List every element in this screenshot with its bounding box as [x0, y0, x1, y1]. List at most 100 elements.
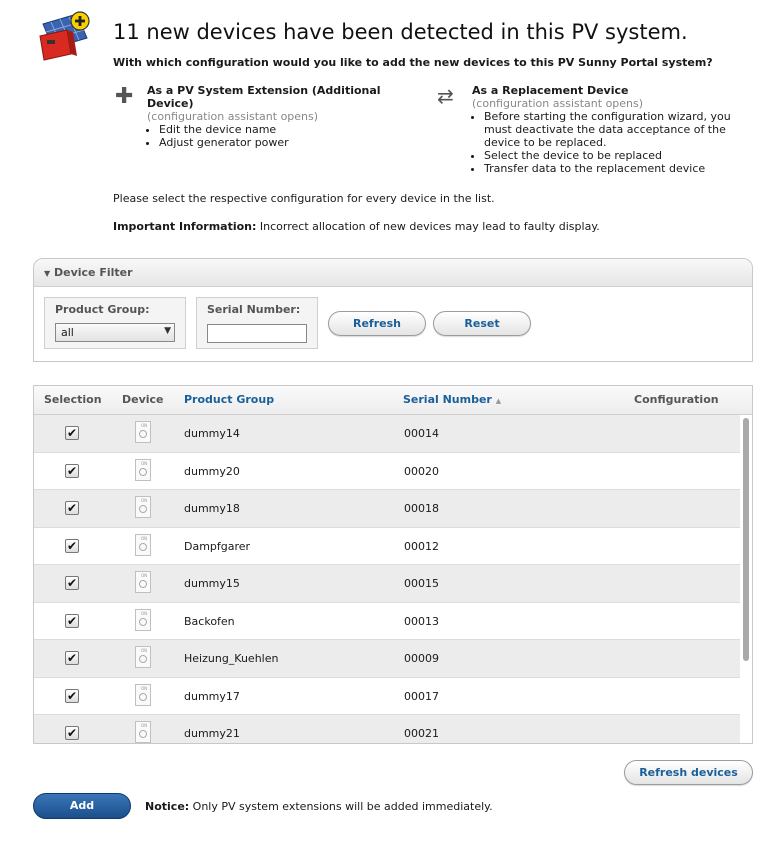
device-icon-label: ON — [141, 423, 148, 428]
extension-bullet: Adjust generator power — [159, 136, 407, 149]
column-configuration: Configuration — [634, 393, 719, 406]
notice-label: Notice: — [145, 800, 190, 813]
extension-option: As a PV System Extension (Additional Dev… — [147, 84, 407, 149]
product-group-cell: dummy21 — [184, 727, 240, 740]
serial-number-cell: 00013 — [404, 614, 439, 628]
inverter-add-icon — [39, 11, 90, 61]
device-filter-panel: ▼ Device Filter Product Group: all ▼ Ser… — [33, 258, 753, 362]
product-group-cell: Dampfgarer — [184, 539, 251, 553]
notice-text: Only PV system extensions will be added … — [189, 800, 493, 813]
select-checkbox[interactable]: ✔ — [65, 613, 79, 628]
device-icon: ON — [135, 646, 151, 668]
column-serial-number[interactable]: Serial Number ▲ — [403, 393, 501, 406]
device-filter-header[interactable]: ▼ Device Filter — [34, 259, 752, 287]
extension-title-line1: As a PV System Extension (Additional — [147, 84, 381, 97]
select-checkbox[interactable]: ✔ — [65, 538, 79, 553]
serial-number-cell: 00021 — [404, 727, 439, 740]
serial-number-cell: 00017 — [404, 689, 439, 703]
device-icon-label: ON — [141, 723, 148, 728]
select-instruction: Please select the respective configurati… — [113, 192, 495, 205]
device-icon: ON — [135, 721, 151, 743]
table-row: ✔ ON dummy15 00015 — [34, 565, 740, 603]
product-group-cell: dummy14 — [184, 427, 240, 440]
add-button[interactable]: Add — [33, 793, 131, 819]
device-icon-label: ON — [141, 460, 148, 466]
select-checkbox[interactable]: ✔ — [65, 688, 79, 703]
product-group-filter: Product Group: all ▼ — [44, 297, 186, 349]
serial-number-label: Serial Number: — [207, 303, 301, 316]
column-device: Device — [122, 393, 164, 406]
column-product-group[interactable]: Product Group — [184, 393, 274, 406]
device-icon: ON — [135, 421, 151, 443]
device-icon: ON — [135, 571, 151, 593]
replacement-bullet: Before starting the configuration wizard… — [484, 110, 752, 149]
replacement-bullets: Before starting the configuration wizard… — [472, 110, 752, 175]
product-group-cell: Heizung_Kuehlen — [184, 652, 279, 665]
table-row: ✔ ON Heizung_Kuehlen 00009 — [34, 640, 740, 678]
table-scrollbar[interactable] — [740, 415, 752, 743]
extension-subtitle: (configuration assistant opens) — [147, 110, 319, 123]
table-row: ✔ ON Backofen 00013 — [34, 603, 740, 640]
replacement-title: As a Replacement Device — [472, 84, 629, 97]
select-checkbox[interactable]: ✔ — [65, 726, 79, 740]
serial-number-cell: 00012 — [404, 539, 439, 553]
table-row: ✔ ON dummy14 00014 — [34, 415, 740, 453]
refresh-devices-button[interactable]: Refresh devices — [624, 760, 753, 785]
dropdown-arrow-icon: ▼ — [164, 326, 171, 336]
serial-number-cell: 00014 — [404, 427, 439, 440]
extension-title-line2: Device) — [147, 97, 194, 110]
column-serial-number-label: Serial Number — [403, 393, 492, 406]
serial-number-cell: 00018 — [404, 502, 439, 515]
important-label: Important Information: — [113, 220, 257, 233]
device-icon-label: ON — [141, 648, 148, 653]
table-header: Selection Device Product Group Serial Nu… — [34, 386, 752, 415]
device-icon-label: ON — [141, 685, 148, 691]
notice: Notice: Only PV system extensions will b… — [145, 800, 493, 813]
product-group-value: all — [61, 326, 74, 339]
table-row: ✔ ON dummy17 00017 — [34, 678, 740, 715]
select-checkbox[interactable]: ✔ — [65, 463, 79, 478]
swap-arrows-icon: ⇄ — [437, 84, 454, 108]
product-group-select[interactable]: all ▼ — [55, 323, 175, 342]
product-group-label: Product Group: — [55, 303, 150, 316]
serial-number-filter: Serial Number: — [196, 297, 318, 349]
replacement-bullet: Transfer data to the replacement device — [484, 162, 752, 175]
plus-icon: ✚ — [115, 84, 134, 109]
table-row: ✔ ON dummy20 00020 — [34, 453, 740, 490]
extension-bullet: Edit the device name — [159, 123, 407, 136]
product-group-cell: dummy20 — [184, 464, 240, 478]
table-row: ✔ ON dummy21 00021 — [34, 715, 740, 743]
sort-ascending-icon: ▲ — [495, 397, 502, 405]
scrollbar-thumb[interactable] — [743, 418, 749, 661]
configuration-question: With which configuration would you like … — [113, 56, 713, 69]
device-icon-label: ON — [141, 573, 148, 578]
device-icon: ON — [135, 683, 151, 706]
device-icon-label: ON — [141, 498, 148, 503]
refresh-button[interactable]: Refresh — [328, 311, 426, 336]
serial-number-input[interactable] — [207, 324, 307, 343]
device-icon-label: ON — [141, 610, 148, 616]
reset-button[interactable]: Reset — [433, 311, 531, 336]
serial-number-cell: 00009 — [404, 652, 439, 665]
replacement-bullet: Select the device to be replaced — [484, 149, 752, 162]
product-group-cell: dummy15 — [184, 577, 240, 590]
collapse-triangle-icon: ▼ — [44, 269, 51, 278]
table-body: ✔ ON dummy14 00014 ✔ ON dummy20 00020 ✔ ON dummy18… — [34, 415, 740, 743]
replacement-option: As a Replacement Device (configuration a… — [472, 84, 752, 175]
device-table: Selection Device Product Group Serial Nu… — [33, 385, 753, 744]
replacement-subtitle: (configuration assistant opens) — [472, 97, 644, 110]
device-icon: ON — [135, 533, 151, 556]
device-icon: ON — [135, 608, 151, 631]
select-checkbox[interactable]: ✔ — [65, 651, 79, 665]
table-row: ✔ ON Dampfgarer 00012 — [34, 528, 740, 565]
select-checkbox[interactable]: ✔ — [65, 501, 79, 515]
table-row: ✔ ON dummy18 00018 — [34, 490, 740, 528]
page-title: 11 new devices have been detected in thi… — [113, 20, 688, 44]
device-filter-title: Device Filter — [54, 266, 133, 279]
serial-number-cell: 00015 — [404, 577, 439, 590]
product-group-cell: dummy17 — [184, 689, 240, 703]
device-icon-label: ON — [141, 535, 148, 541]
select-checkbox[interactable]: ✔ — [65, 426, 79, 440]
serial-number-cell: 00020 — [404, 464, 439, 478]
select-checkbox[interactable]: ✔ — [65, 576, 79, 590]
